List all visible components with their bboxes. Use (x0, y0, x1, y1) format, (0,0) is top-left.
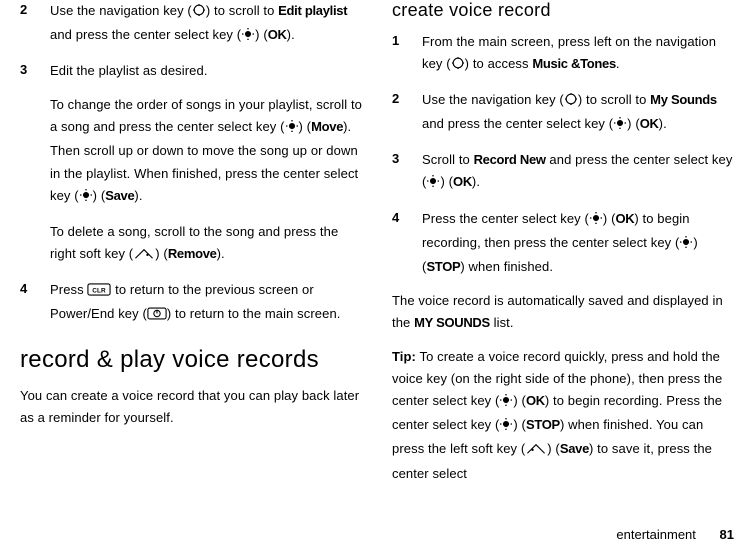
step-2: 2 Use the navigation key () to scroll to… (20, 0, 362, 48)
center-key-icon (613, 115, 627, 137)
nav-key-icon (564, 91, 578, 113)
right-softkey-icon (133, 245, 155, 267)
right-column: create voice record 1 From the main scre… (392, 0, 734, 497)
paragraph: The voice record is automatically saved … (392, 290, 734, 334)
nav-key-icon (451, 55, 465, 77)
step-number: 4 (392, 208, 422, 278)
step-2: 2 Use the navigation key () to scroll to… (392, 89, 734, 137)
paragraph: You can create a voice record that you c… (20, 385, 362, 429)
center-key-icon (499, 392, 513, 414)
step-4: 4 Press to return to the previous screen… (20, 279, 362, 327)
center-key-icon (79, 187, 93, 209)
step-body: From the main screen, press left on the … (422, 31, 734, 77)
step-body: Press to return to the previous screen o… (50, 279, 362, 327)
step-body: Scroll to Record New and press the cente… (422, 149, 734, 195)
paragraph: To delete a song, scroll to the song and… (50, 221, 362, 267)
step-number: 2 (20, 0, 50, 48)
center-key-icon (499, 416, 513, 438)
center-key-icon (679, 234, 693, 256)
subsection-heading: create voice record (392, 0, 734, 21)
left-softkey-icon (525, 440, 547, 462)
step-number: 2 (392, 89, 422, 137)
step-body: Use the navigation key () to scroll to M… (422, 89, 734, 137)
step-3: 3 Scroll to Record New and press the cen… (392, 149, 734, 195)
paragraph: To change the order of songs in your pla… (50, 94, 362, 208)
footer-section: entertainment (616, 527, 696, 542)
step-number: 3 (392, 149, 422, 195)
tip-paragraph: Tip: To create a voice record quickly, p… (392, 346, 734, 485)
center-key-icon (285, 118, 299, 140)
step-body: Press the center select key () (OK) to b… (422, 208, 734, 278)
clr-key-icon (87, 281, 111, 303)
page-number: 81 (720, 527, 734, 542)
step-body: Use the navigation key () to scroll to E… (50, 0, 362, 48)
step-number: 4 (20, 279, 50, 327)
step-1: 1 From the main screen, press left on th… (392, 31, 734, 77)
center-key-icon (241, 26, 255, 48)
step-body: Edit the playlist as desired. (50, 60, 208, 82)
step-3: 3 Edit the playlist as desired. (20, 60, 362, 82)
tip-label: Tip: (392, 349, 416, 364)
step-4: 4 Press the center select key () (OK) to… (392, 208, 734, 278)
left-column: 2 Use the navigation key () to scroll to… (20, 0, 362, 497)
step-number: 1 (392, 31, 422, 77)
center-key-icon (589, 210, 603, 232)
step-number: 3 (20, 60, 50, 82)
page-footer: entertainment 81 (616, 527, 734, 542)
center-key-icon (426, 173, 440, 195)
section-heading: record & play voice records (20, 345, 362, 375)
power-key-icon (147, 305, 167, 327)
nav-key-icon (192, 2, 206, 24)
